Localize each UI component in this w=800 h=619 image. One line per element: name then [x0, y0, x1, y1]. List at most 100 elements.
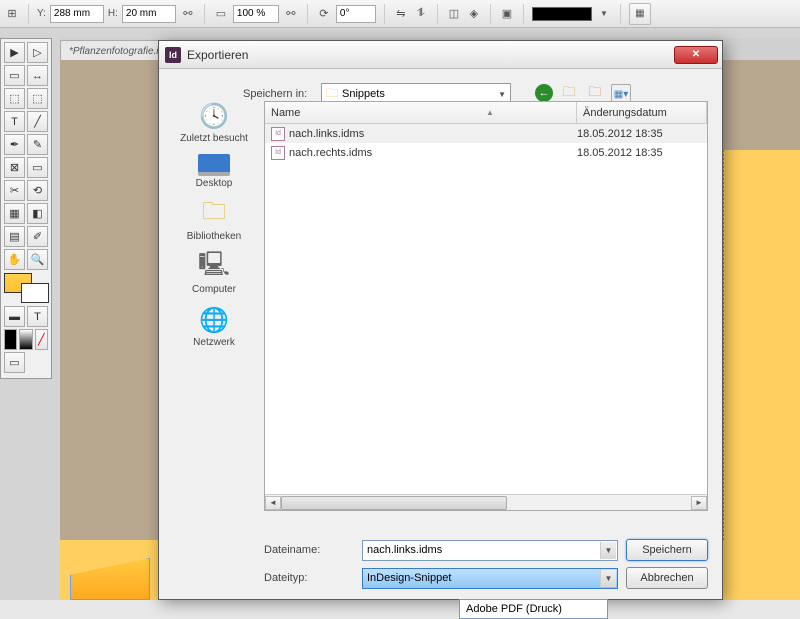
selection-tool[interactable]: ▶: [4, 42, 25, 63]
column-date[interactable]: Änderungsdatum: [577, 102, 707, 123]
place-libraries[interactable]: 🗀 Bibliotheken: [187, 199, 241, 242]
scroll-right-button[interactable]: ►: [691, 496, 707, 510]
file-date: 18.05.2012 18:35: [577, 128, 701, 140]
dialog-title: Exportieren: [187, 48, 248, 62]
scroll-thumb[interactable]: [281, 496, 507, 510]
place-label: Computer: [192, 284, 236, 295]
content-place-tool[interactable]: ⬚: [27, 88, 48, 109]
angle-input[interactable]: [336, 5, 376, 23]
stroke-swatch[interactable]: [532, 7, 592, 21]
filetype-dropdown-list[interactable]: Adobe PDF (Druck): [459, 599, 608, 619]
link2-icon[interactable]: ⚯: [283, 6, 299, 22]
network-icon: 🌐: [196, 305, 232, 335]
dropdown-option[interactable]: Adobe PDF (Druck): [460, 600, 607, 618]
place-desktop[interactable]: Desktop: [196, 154, 233, 189]
h-label: H:: [108, 8, 118, 19]
file-name: nach.links.idms: [289, 128, 577, 140]
apply-text-tool[interactable]: T: [27, 306, 48, 327]
flip-v-icon[interactable]: ⥮: [413, 6, 429, 22]
y-input[interactable]: [50, 5, 104, 23]
computer-icon: 🖳: [196, 252, 232, 282]
place-label: Zuletzt besucht: [180, 133, 248, 144]
y-label: Y:: [37, 8, 46, 19]
place-computer[interactable]: 🖳 Computer: [192, 252, 236, 295]
place-network[interactable]: 🌐Netzwerk: [193, 305, 235, 348]
horizontal-scrollbar[interactable]: ◄ ►: [265, 494, 707, 510]
apply-black[interactable]: [4, 329, 17, 350]
pen-tool[interactable]: ✒: [4, 134, 25, 155]
location-value: Snippets: [342, 88, 385, 100]
rect-tool[interactable]: ▭: [27, 157, 48, 178]
flip-h-icon[interactable]: ⇋: [393, 6, 409, 22]
filename-value: nach.links.idms: [367, 544, 442, 556]
select-container-icon[interactable]: ◫: [446, 6, 462, 22]
place-label: Bibliotheken: [187, 231, 241, 242]
recent-icon: 🕓: [196, 101, 232, 131]
filetype-value: InDesign-Snippet: [367, 572, 451, 584]
cancel-button[interactable]: Abbrechen: [626, 567, 708, 589]
place-recent[interactable]: 🕓 Zuletzt besucht: [180, 101, 248, 144]
apply-none[interactable]: ╱: [35, 329, 48, 350]
line-tool[interactable]: ╱: [27, 111, 48, 132]
file-list[interactable]: Id nach.links.idms 18.05.2012 18:35 Id n…: [265, 124, 707, 494]
gap-tool[interactable]: ↔: [27, 65, 48, 86]
pencil-tool[interactable]: ✎: [27, 134, 48, 155]
h-input[interactable]: [122, 5, 176, 23]
transform-tool[interactable]: ⟲: [27, 180, 48, 201]
dropdown-icon: ▼: [600, 542, 616, 559]
zoom-tool[interactable]: 🔍: [27, 249, 48, 270]
rotate-icon[interactable]: ⟳: [316, 6, 332, 22]
apply-color-tool[interactable]: ▬: [4, 306, 25, 327]
hand-tool[interactable]: ✋: [4, 249, 25, 270]
apply-gradient[interactable]: [19, 329, 32, 350]
fill-stroke-swatch[interactable]: [4, 273, 49, 303]
fit-frame-icon[interactable]: ▣: [499, 6, 515, 22]
scale-icon[interactable]: ▭: [213, 6, 229, 22]
page-tool[interactable]: ▭: [4, 65, 25, 86]
sort-indicator-icon: ▲: [486, 108, 494, 117]
gradient-swatch-tool[interactable]: ▦: [4, 203, 25, 224]
select-content-icon[interactable]: ◈: [466, 6, 482, 22]
file-row[interactable]: Id nach.links.idms 18.05.2012 18:35: [265, 124, 707, 143]
indesign-app-icon: Id: [165, 47, 181, 63]
places-sidebar: 🕓 Zuletzt besucht Desktop 🗀 Bibliotheken 🖳…: [169, 101, 259, 348]
save-button[interactable]: Speichern: [626, 539, 708, 561]
libraries-icon: 🗀: [196, 199, 232, 229]
filename-label: Dateiname:: [264, 544, 354, 556]
dropdown-icon: ▼: [498, 90, 506, 99]
reference-point-icon[interactable]: ⊞: [4, 6, 20, 22]
column-name[interactable]: Name▲: [265, 102, 577, 123]
gradient-feather-tool[interactable]: ◧: [27, 203, 48, 224]
tool-palette: ▶▷ ▭↔ ⬚⬚ T╱ ✒✎ ⊠▭ ✂⟲ ▦◧ ▤✐ ✋🔍 ▬T ╱ ▭: [0, 38, 52, 379]
view-normal[interactable]: ▭: [4, 352, 25, 373]
place-label: Desktop: [196, 178, 233, 189]
desktop-icon: [198, 154, 230, 176]
idms-file-icon: Id: [271, 146, 285, 160]
filename-input[interactable]: nach.links.idms ▼: [362, 540, 618, 561]
rect-frame-tool[interactable]: ⊠: [4, 157, 25, 178]
eyedropper-tool[interactable]: ✐: [27, 226, 48, 247]
dialog-titlebar[interactable]: Id Exportieren ✕: [159, 41, 722, 69]
zoom-input[interactable]: [233, 5, 279, 23]
scissors-tool[interactable]: ✂: [4, 180, 25, 201]
file-date: 18.05.2012 18:35: [577, 147, 701, 159]
filetype-combo[interactable]: InDesign-Snippet ▼: [362, 568, 618, 589]
scroll-track[interactable]: [281, 496, 691, 510]
content-tool[interactable]: ⬚: [4, 88, 25, 109]
dropdown-icon[interactable]: ▼: [596, 6, 612, 22]
link-icon[interactable]: ⚯: [180, 6, 196, 22]
dropdown-icon: ▼: [600, 570, 616, 587]
control-bar: ⊞ Y: H: ⚯ ▭ ⚯ ⟳ ⇋ ⥮ ◫ ◈ ▣ ▼ ▦: [0, 0, 800, 28]
type-tool[interactable]: T: [4, 111, 25, 132]
direct-selection-tool[interactable]: ▷: [27, 42, 48, 63]
scroll-left-button[interactable]: ◄: [265, 496, 281, 510]
file-row[interactable]: Id nach.rechts.idms 18.05.2012 18:35: [265, 143, 707, 162]
file-list-header: Name▲ Änderungsdatum: [265, 102, 707, 124]
file-list-pane: Name▲ Änderungsdatum Id nach.links.idms …: [264, 101, 708, 511]
back-icon[interactable]: ←: [535, 84, 553, 102]
close-button[interactable]: ✕: [674, 46, 718, 64]
note-tool[interactable]: ▤: [4, 226, 25, 247]
effects-button[interactable]: ▦: [629, 3, 651, 25]
file-name: nach.rechts.idms: [289, 147, 577, 159]
dialog-bottom: Dateiname: nach.links.idms ▼ Speichern D…: [264, 539, 708, 595]
